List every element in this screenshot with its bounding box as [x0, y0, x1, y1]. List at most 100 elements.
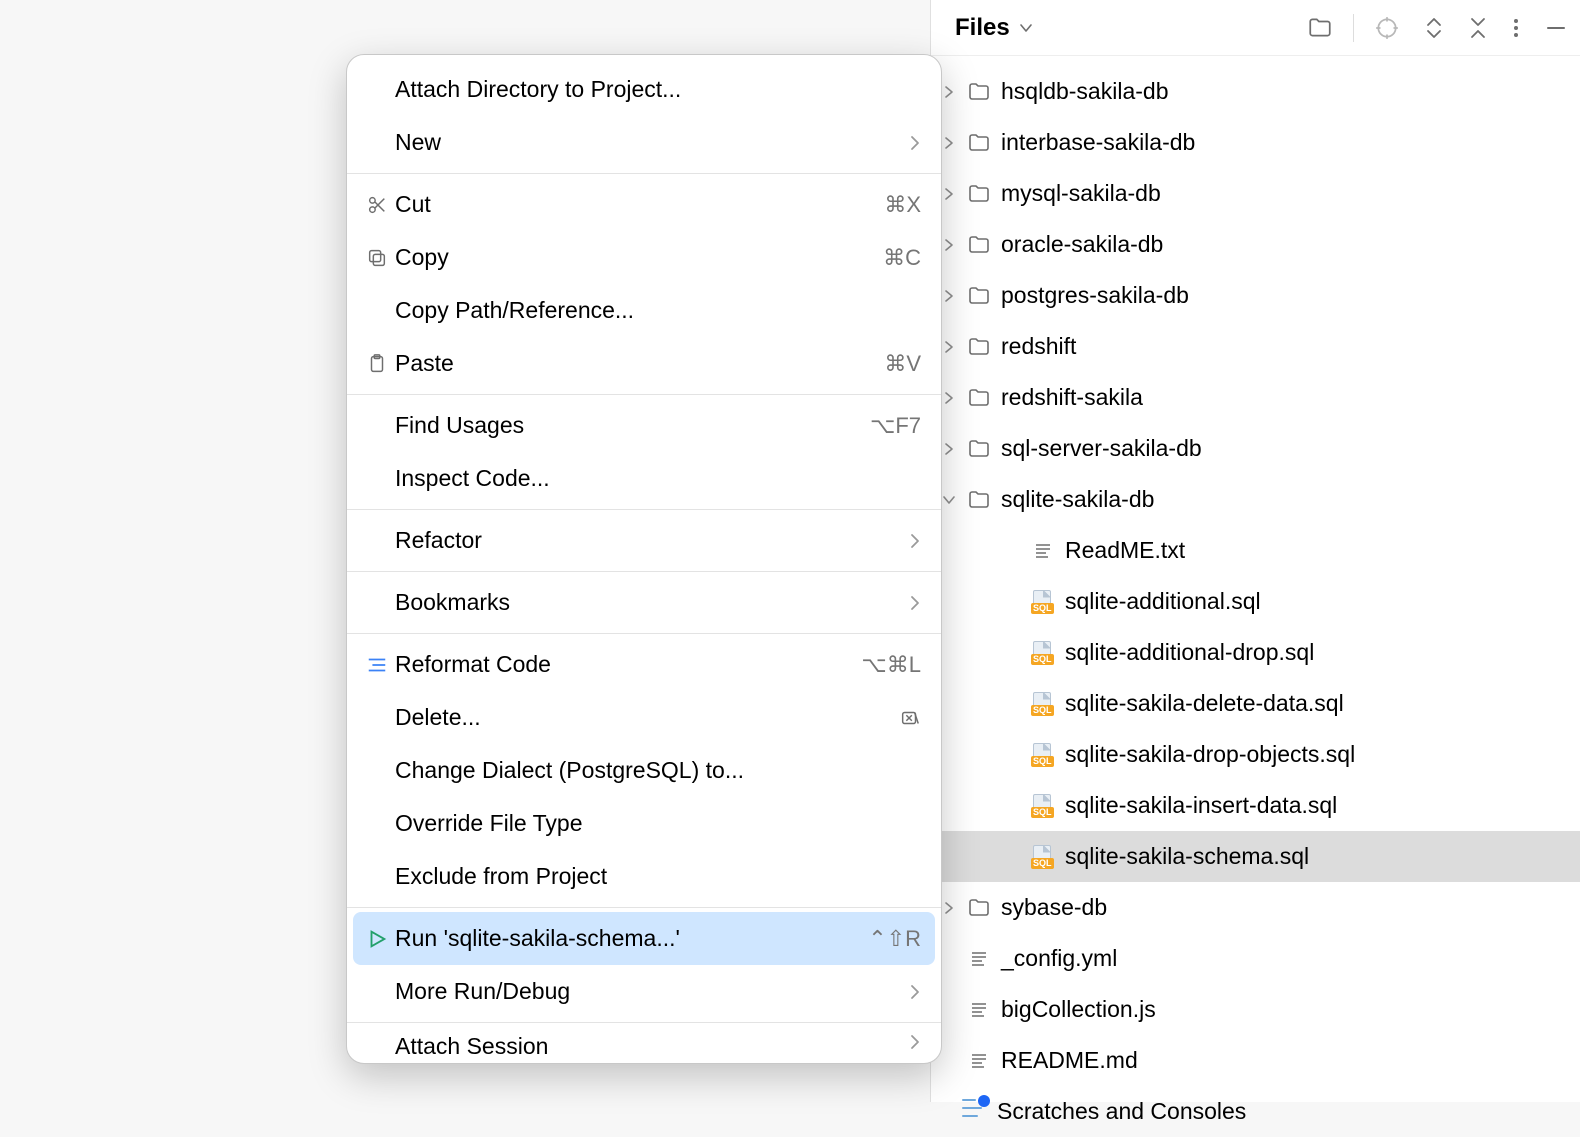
- menu-item-label: Paste: [395, 350, 884, 377]
- menu-item-find-usages[interactable]: Find Usages⌥F7: [347, 399, 941, 452]
- tree-item-label: oracle-sakila-db: [1001, 231, 1163, 258]
- tree-item-label: sqlite-sakila-delete-data.sql: [1065, 690, 1344, 717]
- chevron-right-icon: [909, 134, 921, 152]
- file-icon: [963, 131, 995, 155]
- menu-item-more-run-debug[interactable]: More Run/Debug: [347, 965, 941, 1018]
- menu-item-copy[interactable]: Copy⌘C: [347, 231, 941, 284]
- menu-item-override-file-type[interactable]: Override File Type: [347, 797, 941, 850]
- menu-shortcut: ⌘X: [884, 192, 921, 218]
- folder-sql-server-sakila-db[interactable]: sql-server-sakila-db: [931, 423, 1580, 474]
- reformat-icon: [359, 654, 395, 676]
- tree-item-label: sybase-db: [1001, 894, 1107, 921]
- file-icon: SQL: [1027, 743, 1059, 767]
- file-icon: [963, 896, 995, 920]
- tree-item-label: sqlite-additional-drop.sql: [1065, 639, 1314, 666]
- folder-redshift[interactable]: redshift: [931, 321, 1580, 372]
- menu-item-run-sqlite-sakila-schema[interactable]: Run 'sqlite-sakila-schema...'⌃⇧R: [353, 912, 935, 965]
- menu-item-inspect-code[interactable]: Inspect Code...: [347, 452, 941, 505]
- menu-shortcut: ⌘V: [884, 351, 921, 377]
- menu-item-label: Bookmarks: [395, 589, 909, 616]
- menu-item-label: Find Usages: [395, 412, 870, 439]
- menu-item-label: More Run/Debug: [395, 978, 909, 1005]
- expand-all-icon[interactable]: [1424, 16, 1444, 40]
- file-bigCollection.js[interactable]: bigCollection.js: [931, 984, 1580, 1035]
- file-sqlite-sakila-delete-data.sql[interactable]: SQLsqlite-sakila-delete-data.sql: [931, 678, 1580, 729]
- copy-icon: [359, 247, 395, 269]
- folder-sqlite-sakila-db[interactable]: sqlite-sakila-db: [931, 474, 1580, 525]
- folder-icon[interactable]: [1307, 15, 1333, 41]
- menu-item-label: Copy Path/Reference...: [395, 297, 921, 324]
- file-README.md[interactable]: README.md: [931, 1035, 1580, 1086]
- collapse-all-icon[interactable]: [1468, 16, 1488, 40]
- menu-shortcut: ⌘C: [883, 245, 921, 271]
- header-toolbar: [1307, 14, 1568, 42]
- target-icon[interactable]: [1374, 15, 1400, 41]
- file-icon: [963, 335, 995, 359]
- menu-item-bookmarks[interactable]: Bookmarks: [347, 576, 941, 629]
- files-panel: Files hsqldb-saki: [930, 0, 1580, 1102]
- menu-item-label: Inspect Code...: [395, 465, 921, 492]
- file-tree[interactable]: hsqldb-sakila-dbinterbase-sakila-db mysql…: [931, 56, 1580, 1137]
- file-icon: [963, 999, 995, 1021]
- scratches-icon: [959, 1099, 991, 1125]
- tree-item-label: sqlite-additional.sql: [1065, 588, 1261, 615]
- run-icon: [359, 928, 395, 950]
- file-icon: [963, 182, 995, 206]
- menu-item-refactor[interactable]: Refactor: [347, 514, 941, 567]
- cut-icon: [359, 194, 395, 216]
- more-icon[interactable]: [1512, 16, 1520, 40]
- tree-item-label: sqlite-sakila-drop-objects.sql: [1065, 741, 1355, 768]
- file-icon: [963, 437, 995, 461]
- file-sqlite-sakila-insert-data.sql[interactable]: SQLsqlite-sakila-insert-data.sql: [931, 780, 1580, 831]
- menu-item-label: Delete...: [395, 704, 899, 731]
- file-sqlite-additional-drop.sql[interactable]: SQLsqlite-additional-drop.sql: [931, 627, 1580, 678]
- menu-item-attach-session[interactable]: Attach Session: [347, 1027, 941, 1063]
- file-ReadME.txt[interactable]: ReadME.txt: [931, 525, 1580, 576]
- file-_config.yml[interactable]: _config.yml: [931, 933, 1580, 984]
- tree-item-label: sql-server-sakila-db: [1001, 435, 1202, 462]
- file-sqlite-sakila-schema.sql[interactable]: SQLsqlite-sakila-schema.sql: [931, 831, 1580, 882]
- file-icon: [1027, 540, 1059, 562]
- menu-item-paste[interactable]: Paste⌘V: [347, 337, 941, 390]
- file-sqlite-sakila-drop-objects.sql[interactable]: SQLsqlite-sakila-drop-objects.sql: [931, 729, 1580, 780]
- tree-item-label: postgres-sakila-db: [1001, 282, 1189, 309]
- menu-item-attach-directory-to-project[interactable]: Attach Directory to Project...: [347, 63, 941, 116]
- files-title[interactable]: Files: [955, 14, 1010, 42]
- tree-item-label: README.md: [1001, 1047, 1138, 1074]
- menu-item-change-dialect-postgresql-to[interactable]: Change Dialect (PostgreSQL) to...: [347, 744, 941, 797]
- menu-separator: [347, 509, 941, 510]
- menu-item-exclude-from-project[interactable]: Exclude from Project: [347, 850, 941, 903]
- menu-item-cut[interactable]: Cut⌘X: [347, 178, 941, 231]
- folder-hsqldb-sakila-db[interactable]: hsqldb-sakila-db: [931, 66, 1580, 117]
- menu-item-copy-path-reference[interactable]: Copy Path/Reference...: [347, 284, 941, 337]
- folder-redshift-sakila[interactable]: redshift-sakila: [931, 372, 1580, 423]
- tree-item-label: ReadME.txt: [1065, 537, 1185, 564]
- menu-shortcut: ⌥F7: [870, 413, 921, 439]
- menu-item-label: Exclude from Project: [395, 863, 921, 890]
- menu-item-label: Run 'sqlite-sakila-schema...': [395, 925, 868, 952]
- scratches-and-consoles[interactable]: Scratches and Consoles: [931, 1086, 1580, 1137]
- folder-oracle-sakila-db[interactable]: oracle-sakila-db: [931, 219, 1580, 270]
- folder-interbase-sakila-db[interactable]: interbase-sakila-db: [931, 117, 1580, 168]
- folder-mysql-sakila-db[interactable]: mysql-sakila-db: [931, 168, 1580, 219]
- menu-item-delete[interactable]: Delete...: [347, 691, 941, 744]
- chevron-down-icon[interactable]: [1018, 20, 1034, 36]
- files-header: Files: [931, 0, 1580, 56]
- menu-item-reformat-code[interactable]: Reformat Code⌥⌘L: [347, 638, 941, 691]
- chevron-right-icon: [909, 1033, 921, 1051]
- menu-item-label: Attach Session: [395, 1033, 909, 1060]
- tree-item-label: mysql-sakila-db: [1001, 180, 1161, 207]
- file-icon: SQL: [1027, 692, 1059, 716]
- menu-item-label: Attach Directory to Project...: [395, 76, 921, 103]
- menu-separator: [347, 633, 941, 634]
- menu-separator: [347, 173, 941, 174]
- tree-item-label: _config.yml: [1001, 945, 1117, 972]
- folder-sybase-db[interactable]: sybase-db: [931, 882, 1580, 933]
- file-icon: SQL: [1027, 590, 1059, 614]
- file-icon: [963, 488, 995, 512]
- folder-postgres-sakila-db[interactable]: postgres-sakila-db: [931, 270, 1580, 321]
- menu-item-new[interactable]: New: [347, 116, 941, 169]
- file-icon: SQL: [1027, 641, 1059, 665]
- minimize-icon[interactable]: [1544, 16, 1568, 40]
- file-sqlite-additional.sql[interactable]: SQLsqlite-additional.sql: [931, 576, 1580, 627]
